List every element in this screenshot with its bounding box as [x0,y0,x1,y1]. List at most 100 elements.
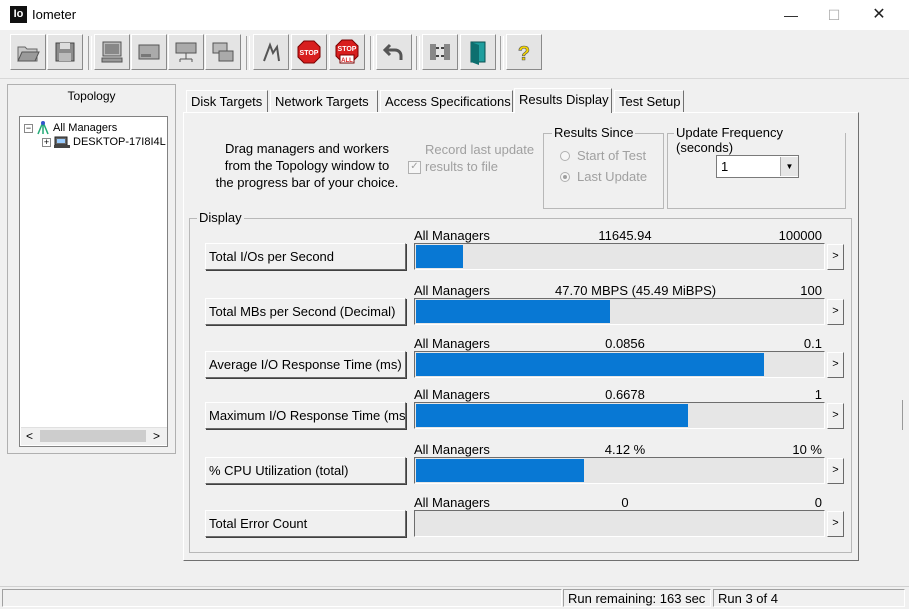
managers-network-icon [37,121,49,135]
update-frequency-group: Update Frequency (seconds) 1 ▼ [667,125,846,209]
toolbar-separator [370,36,374,70]
bar-more-button[interactable]: > [827,299,844,325]
bar-max-value: 10 % [792,442,822,457]
disconnect-button[interactable] [422,34,458,70]
app-icon: Io [10,6,27,23]
expand-expander[interactable]: + [42,137,51,147]
save-config-button[interactable] [47,34,83,70]
update-frequency-select[interactable]: 1 ▼ [716,155,799,178]
total-mbs-per-second-button[interactable]: Total MBs per Second (Decimal) [205,298,406,325]
copy-worker-icon [212,42,234,62]
bar-more-button[interactable]: > [827,352,844,378]
disk-worker-icon [138,44,160,60]
start-disk-manager-button[interactable] [94,34,130,70]
undo-arrow-icon [382,43,403,60]
bar-current-value: 4.12 % [604,442,646,457]
computer-icon [101,41,123,63]
new-disk-worker-button[interactable] [131,34,167,70]
bar-more-button[interactable]: > [827,511,844,537]
bar-target-label: All Managers [414,228,490,243]
tab-test-setup[interactable]: Test Setup [614,90,684,112]
disconnect-icon [430,44,450,60]
status-cell-empty [2,589,562,607]
stop-all-button[interactable]: STOP ALL [329,34,365,70]
maximum-io-response-time-button[interactable]: Maximum I/O Response Time (ms) [205,402,406,429]
record-results-label: Record last update results to file [425,142,535,174]
scroll-thumb[interactable] [40,430,146,442]
progress-bar-track[interactable] [414,510,825,537]
stop-icon: STOP [297,40,321,64]
radio-start-of-test-label: Start of Test [577,148,647,163]
progress-bar-fill [416,404,688,427]
scroll-left-button[interactable]: < [21,428,38,445]
bar-more-button[interactable]: > [827,458,844,484]
progress-bar-fill [416,353,764,376]
copy-worker-button[interactable] [205,34,241,70]
svg-text:STOP: STOP [338,46,357,53]
progress-bar-track[interactable] [414,402,825,429]
close-button[interactable]: ✕ [856,0,902,30]
bar-target-label: All Managers [414,495,490,510]
tree-child-label: DESKTOP-17I8I4L [73,136,166,148]
record-results-checkbox[interactable]: ✓ [408,161,421,174]
new-network-worker-button[interactable] [168,34,204,70]
reset-workers-button[interactable] [376,34,412,70]
average-io-response-time-button[interactable]: Average I/O Response Time (ms) [205,351,406,378]
progress-bar-track[interactable] [414,298,825,325]
tree-item-desktop[interactable]: + DESKTOP-17I8I4L [42,136,166,148]
progress-bar-track[interactable] [414,243,825,270]
update-frequency-title: Update Frequency (seconds) [674,125,845,155]
topology-horizontal-scrollbar[interactable]: < > [21,427,167,445]
status-bar: Run remaining: 163 sec Run 3 of 4 [0,586,909,609]
status-run-remaining: Run remaining: 163 sec [563,589,711,607]
progress-bar-fill [416,300,610,323]
network-worker-icon [175,42,197,62]
collapse-expander[interactable]: − [24,123,33,133]
tab-access-specifications[interactable]: Access Specifications [380,90,513,112]
progress-bar-track[interactable] [414,457,825,484]
chevron-down-icon[interactable]: ▼ [780,157,798,176]
bar-target-label: All Managers [414,442,490,457]
scroll-right-button[interactable]: > [148,428,165,445]
bar-current-value: 0.6678 [605,387,645,402]
minimize-button[interactable]: — [768,0,814,30]
start-tests-button[interactable] [253,34,289,70]
stop-button[interactable]: STOP [291,34,327,70]
exit-button[interactable] [460,34,496,70]
bar-max-value: 1 [814,387,822,402]
window-title: Iometer [32,7,77,22]
radio-last-update[interactable] [560,172,570,182]
bar-max-value: 0.1 [803,336,822,351]
maximize-button[interactable]: ☐ [811,0,857,30]
toolbar-separator [500,36,504,70]
results-since-title: Results Since [552,125,636,140]
tree-item-all-managers[interactable]: − All Managers [24,121,117,135]
bar-more-button[interactable]: > [827,244,844,270]
total-error-count-button[interactable]: Total Error Count [205,510,406,537]
topology-tree[interactable]: − All Managers + DESKTOP-17I8I4L < > [19,116,168,447]
exit-door-icon [470,41,486,65]
bar-max-value: 100000 [778,228,822,243]
bar-more-button[interactable]: > [827,403,844,429]
tab-results-display[interactable]: Results Display [514,88,612,113]
progress-bar-track[interactable] [414,351,825,378]
svg-text:?: ? [518,43,530,65]
tab-network-targets[interactable]: Network Targets [270,90,378,112]
save-config-icon [55,42,75,62]
toolbar-separator [416,36,420,70]
radio-start-of-test[interactable] [560,151,570,161]
cpu-utilization-button[interactable]: % CPU Utilization (total) [205,457,406,484]
stop-all-icon: STOP ALL [335,39,359,64]
progress-bar-fill [416,459,584,482]
toolbar-separator [246,36,250,70]
svg-text:ALL: ALL [341,58,353,64]
total-ios-per-second-button[interactable]: Total I/Os per Second [205,243,406,270]
help-button[interactable]: ? [506,34,542,70]
tab-disk-targets[interactable]: Disk Targets [186,90,268,112]
bar-current-value: 11645.94 [598,228,652,243]
open-config-button[interactable] [10,34,46,70]
display-title: Display [197,210,244,225]
start-flag-icon [263,42,280,62]
bar-target-label: All Managers [414,283,490,298]
bar-current-value: 47.70 MBPS (45.49 MiBPS) [555,283,717,298]
